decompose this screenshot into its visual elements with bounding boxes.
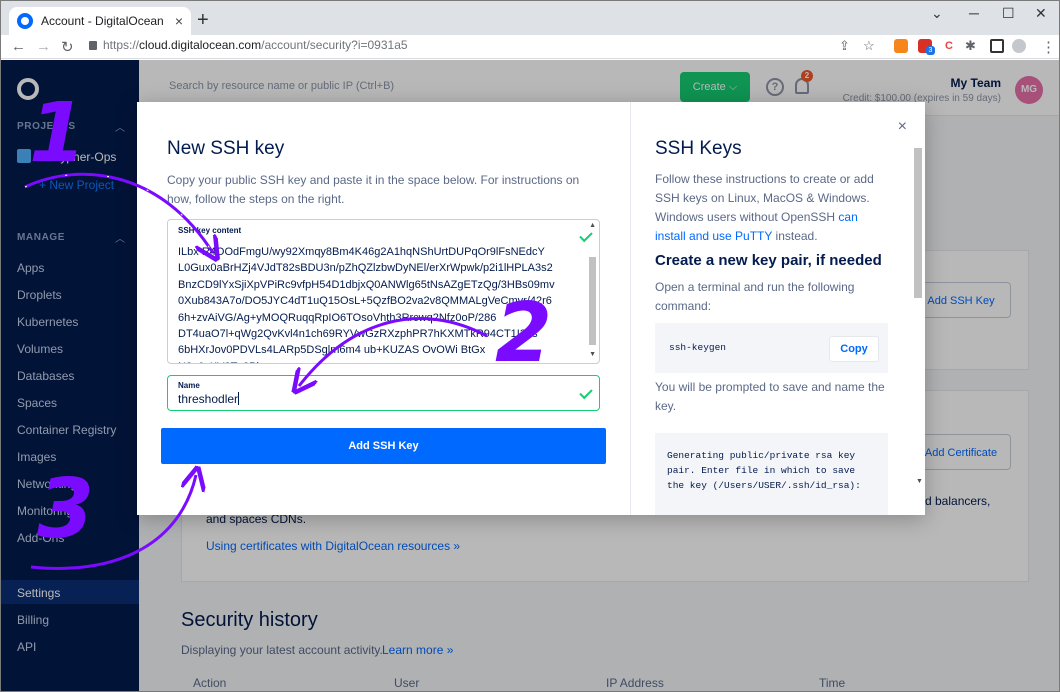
scroll-up-arrow-icon[interactable]: ▲ <box>589 222 596 229</box>
browser-tab-bar: Account - DigitalOcean × + ⌄ ─ ☐ ✕ <box>1 1 1059 35</box>
url-field[interactable]: https://cloud.digitalocean.com/account/s… <box>89 38 408 52</box>
annotation-number-2: 2 <box>495 286 553 381</box>
menu-icon[interactable]: ⋮ <box>1041 38 1056 56</box>
command-code-block: ssh-keygen Copy <box>655 323 888 373</box>
help-panel-scrollbar[interactable] <box>914 148 922 298</box>
modal-title: New SSH key <box>167 138 285 159</box>
new-tab-icon[interactable]: + <box>197 9 209 32</box>
share-icon[interactable]: ⇪ <box>839 38 850 54</box>
minimize-icon[interactable]: ─ <box>969 5 979 21</box>
name-field-value: threshodler <box>178 392 240 406</box>
ssh-key-content-label: SSH key content <box>178 226 242 235</box>
maximize-icon[interactable]: ☐ <box>1002 5 1015 22</box>
close-icon[interactable]: × <box>898 118 907 136</box>
ssh-key-form: New SSH key Copy your public SSH key and… <box>137 102 631 515</box>
annotation-number-3: 3 <box>37 462 95 557</box>
annotation-number-1: 1 <box>29 86 87 181</box>
text-caret <box>238 392 240 405</box>
browser-tab[interactable]: Account - DigitalOcean × <box>9 7 191 35</box>
add-ssh-key-button[interactable]: Add SSH Key <box>161 428 606 464</box>
tab-title: Account - DigitalOcean <box>41 14 164 28</box>
output-code-block: Generating public/private rsa key pair. … <box>655 433 888 515</box>
valid-check-icon <box>579 385 593 400</box>
tab-close-icon[interactable]: × <box>175 13 183 29</box>
modal-description: Copy your public SSH key and paste it in… <box>167 173 580 206</box>
scroll-down-arrow-icon[interactable]: ▼ <box>589 351 596 358</box>
help-panel-title: SSH Keys <box>655 138 742 159</box>
help-panel-intro: Follow these instructions to create or a… <box>655 172 874 243</box>
forward-icon[interactable]: → <box>36 38 51 55</box>
reload-icon[interactable]: ↻ <box>61 38 74 56</box>
profile-icon[interactable] <box>1012 39 1026 53</box>
textarea-scrollbar[interactable] <box>589 257 596 345</box>
extension-count-badge: 3 <box>926 46 935 55</box>
close-window-icon[interactable]: ✕ <box>1035 5 1047 22</box>
keygen-output: Generating public/private rsa key pair. … <box>667 450 861 491</box>
bookmark-star-icon[interactable]: ☆ <box>863 38 875 54</box>
help-panel-subtitle: Create a new key pair, if needed <box>655 252 882 269</box>
side-panel-icon[interactable] <box>990 39 1004 53</box>
help-step-2: You will be prompted to save and name th… <box>655 380 885 413</box>
help-step-1: Open a terminal and run the following co… <box>655 280 855 313</box>
tab-search-icon[interactable]: ⌄ <box>931 5 943 22</box>
screen: Account - DigitalOcean × + ⌄ ─ ☐ ✕ ← → ↻… <box>0 0 1060 692</box>
metamask-extension-icon[interactable] <box>894 39 908 53</box>
name-field-label: Name <box>178 381 200 390</box>
extension-c-icon[interactable]: C <box>942 39 956 53</box>
extensions-puzzle-icon[interactable]: ✱ <box>965 38 976 54</box>
scroll-down-arrow-icon[interactable]: ▼ <box>916 478 923 485</box>
ssh-keygen-command: ssh-keygen <box>669 342 727 353</box>
copy-button[interactable]: Copy <box>829 336 879 362</box>
lock-icon <box>89 41 97 50</box>
back-icon[interactable]: ← <box>11 38 26 55</box>
address-bar: ← → ↻ https://cloud.digitalocean.com/acc… <box>1 35 1059 59</box>
ssh-help-panel: × SSH Keys Follow these instructions to … <box>631 102 925 515</box>
digitalocean-favicon-icon <box>17 13 33 29</box>
